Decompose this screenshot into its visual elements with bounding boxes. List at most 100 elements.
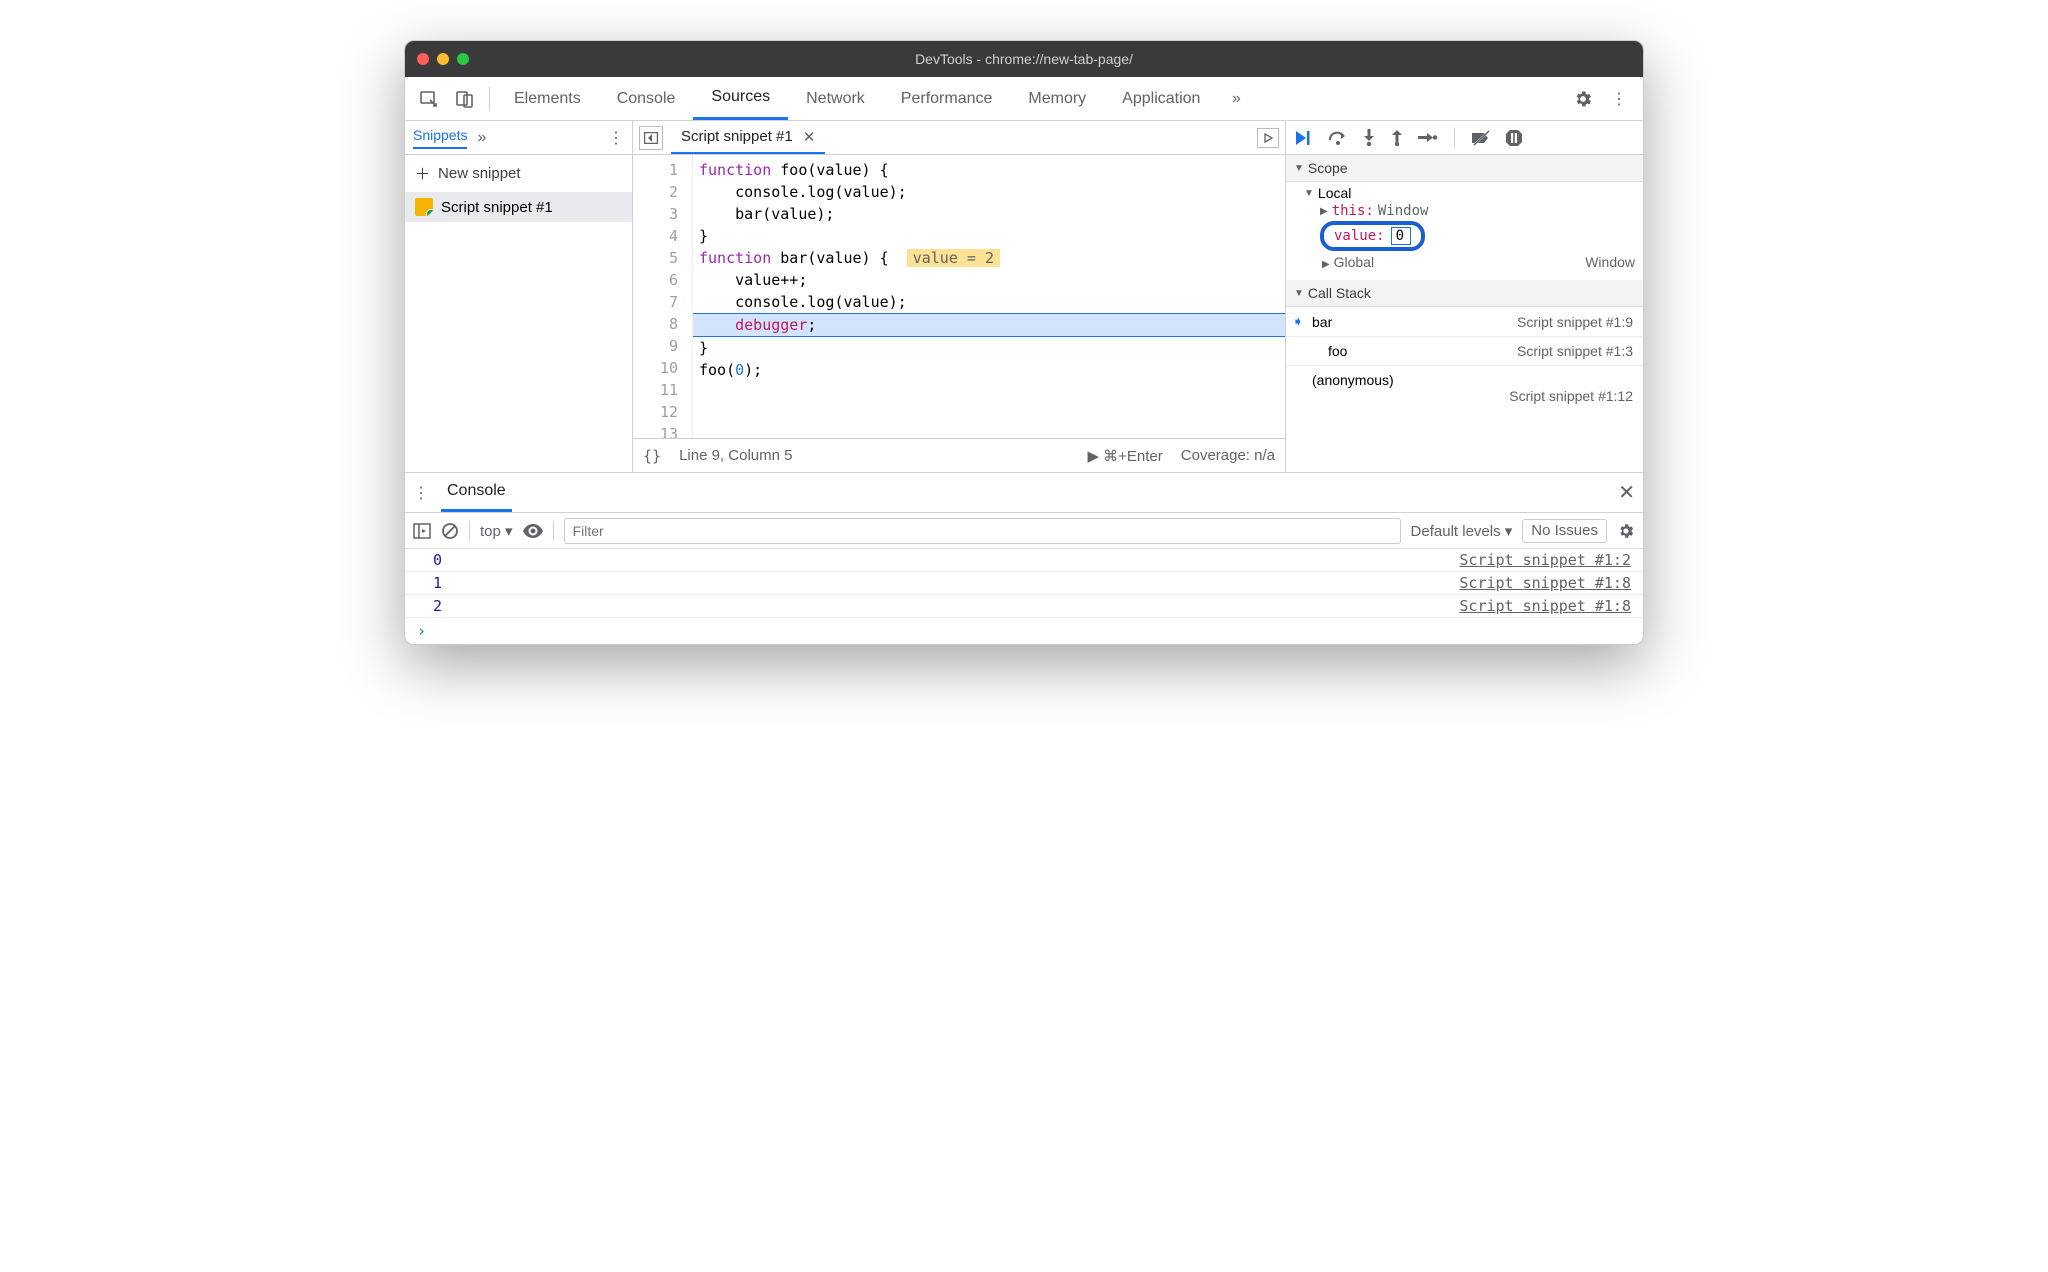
tab-performance[interactable]: Performance bbox=[883, 77, 1011, 120]
pause-on-exceptions-icon[interactable] bbox=[1505, 129, 1523, 147]
cursor-position: Line 9, Column 5 bbox=[679, 447, 792, 464]
tab-application[interactable]: Application bbox=[1104, 77, 1218, 120]
value-edit-input[interactable]: 0 bbox=[1391, 227, 1411, 245]
scope-local-header[interactable]: ▼ Local bbox=[1304, 184, 1643, 202]
minimize-window-icon[interactable] bbox=[437, 53, 449, 65]
device-toolbar-icon[interactable] bbox=[447, 77, 483, 120]
callstack-section-header[interactable]: ▼ Call Stack bbox=[1286, 280, 1643, 307]
settings-gear-icon[interactable] bbox=[1565, 77, 1601, 120]
source-link[interactable]: Script snippet #1:8 bbox=[1459, 597, 1631, 615]
local-label: Local bbox=[1318, 185, 1351, 201]
close-window-icon[interactable] bbox=[417, 53, 429, 65]
toggle-navigator-icon[interactable] bbox=[639, 126, 663, 150]
navigator-tab-snippets[interactable]: Snippets bbox=[413, 127, 467, 149]
scope-this-row[interactable]: ▶ this: Window bbox=[1304, 202, 1643, 220]
step-out-icon[interactable] bbox=[1390, 129, 1404, 147]
callstack-frame[interactable]: (anonymous) Script snippet #1:12 bbox=[1286, 366, 1643, 410]
scope-global-row[interactable]: ▶ Global Window bbox=[1304, 252, 1643, 274]
run-hint[interactable]: ▶ ⌘+Enter bbox=[1087, 447, 1162, 465]
code-editor[interactable]: 12345678910111213 function foo(value) { … bbox=[633, 155, 1285, 438]
prop-value: value: bbox=[1334, 228, 1385, 244]
console-prompt[interactable]: › bbox=[405, 618, 1643, 644]
frame-location: Script snippet #1:3 bbox=[1517, 343, 1633, 359]
scope-label: Scope bbox=[1308, 160, 1348, 176]
window-title: DevTools - chrome://new-tab-page/ bbox=[915, 51, 1133, 67]
live-expression-eye-icon[interactable] bbox=[523, 524, 543, 538]
show-console-sidebar-icon[interactable] bbox=[413, 523, 431, 539]
callstack-label: Call Stack bbox=[1308, 285, 1371, 301]
triangle-right-icon: ▶ bbox=[1320, 206, 1328, 217]
scope-value-row[interactable]: value: 0 bbox=[1304, 220, 1643, 252]
log-levels-selector[interactable]: Default levels ▾ bbox=[1411, 522, 1513, 540]
triangle-down-icon: ▼ bbox=[1294, 288, 1304, 299]
step-icon[interactable] bbox=[1418, 131, 1438, 145]
prop-this: this: bbox=[1332, 203, 1374, 219]
console-filter-input[interactable] bbox=[564, 518, 1401, 544]
zoom-window-icon[interactable] bbox=[457, 53, 469, 65]
drawer-tab-console[interactable]: Console bbox=[441, 473, 512, 512]
clear-console-icon[interactable] bbox=[441, 522, 459, 540]
divider bbox=[489, 87, 490, 111]
triangle-right-icon: ▶ bbox=[1322, 259, 1330, 270]
scope-body: ▼ Local ▶ this: Window value: 0 ▶ Global bbox=[1286, 182, 1643, 280]
editor-panel: Script snippet #1 ✕ 12345678910111213 fu… bbox=[633, 121, 1285, 472]
filter-field[interactable] bbox=[573, 523, 1392, 539]
step-over-icon[interactable] bbox=[1328, 130, 1348, 146]
drawer-kebab-icon[interactable]: ⋮ bbox=[413, 483, 429, 503]
callstack-frame[interactable]: foo Script snippet #1:3 bbox=[1286, 337, 1643, 366]
divider bbox=[553, 521, 554, 541]
step-into-icon[interactable] bbox=[1362, 129, 1376, 147]
console-line[interactable]: 0Script snippet #1:2 bbox=[405, 549, 1643, 572]
tab-console[interactable]: Console bbox=[599, 77, 694, 120]
close-drawer-icon[interactable]: ✕ bbox=[1618, 480, 1635, 505]
code-lines: function foo(value) { console.log(value)… bbox=[693, 155, 1285, 438]
tab-memory[interactable]: Memory bbox=[1010, 77, 1104, 120]
new-snippet-button[interactable]: ＋ New snippet bbox=[405, 155, 632, 192]
tab-elements[interactable]: Elements bbox=[496, 77, 599, 120]
global-label: Global bbox=[1334, 254, 1374, 270]
source-link[interactable]: Script snippet #1:2 bbox=[1459, 551, 1631, 569]
console-settings-gear-icon[interactable] bbox=[1617, 522, 1635, 540]
close-tab-icon[interactable]: ✕ bbox=[803, 128, 816, 146]
frame-name: foo bbox=[1308, 343, 1347, 359]
more-tabs-chevron-icon[interactable]: » bbox=[1218, 77, 1254, 120]
issues-button[interactable]: No Issues bbox=[1522, 519, 1607, 543]
snippet-file-icon bbox=[415, 198, 433, 216]
drawer-tabbar: ⋮ Console ✕ bbox=[405, 473, 1643, 513]
console-toolbar: top ▾ Default levels ▾ No Issues bbox=[405, 513, 1643, 549]
inspect-element-icon[interactable] bbox=[411, 77, 447, 120]
tab-network[interactable]: Network bbox=[788, 77, 883, 120]
divider bbox=[469, 521, 470, 541]
line-gutter: 12345678910111213 bbox=[633, 155, 693, 438]
new-snippet-label: New snippet bbox=[438, 165, 521, 182]
editor-file-tab[interactable]: Script snippet #1 ✕ bbox=[671, 121, 825, 154]
global-value: Window bbox=[1585, 254, 1635, 270]
resume-icon[interactable] bbox=[1294, 130, 1314, 146]
navigator-kebab-icon[interactable]: ⋮ bbox=[608, 128, 624, 148]
pretty-print-icon[interactable]: {} bbox=[643, 447, 661, 465]
titlebar: DevTools - chrome://new-tab-page/ bbox=[405, 41, 1643, 77]
navigator-more-chevron-icon[interactable]: » bbox=[477, 129, 486, 147]
snippet-list-item[interactable]: Script snippet #1 bbox=[405, 192, 632, 222]
devtools-window: DevTools - chrome://new-tab-page/ Elemen… bbox=[404, 40, 1644, 645]
scope-section-header[interactable]: ▼ Scope bbox=[1286, 155, 1643, 182]
editor-file-name: Script snippet #1 bbox=[681, 128, 793, 145]
console-line[interactable]: 2Script snippet #1:8 bbox=[405, 595, 1643, 618]
highlight-callout: value: 0 bbox=[1320, 221, 1425, 251]
callstack-frame[interactable]: ➧bar Script snippet #1:9 bbox=[1286, 307, 1643, 337]
kebab-menu-icon[interactable]: ⋮ bbox=[1601, 77, 1637, 120]
frame-location: Script snippet #1:9 bbox=[1517, 314, 1633, 330]
tab-sources[interactable]: Sources bbox=[693, 77, 788, 120]
source-link[interactable]: Script snippet #1:8 bbox=[1459, 574, 1631, 592]
run-snippet-icon[interactable] bbox=[1257, 128, 1279, 148]
snippet-name: Script snippet #1 bbox=[441, 199, 553, 216]
sources-main: Snippets » ⋮ ＋ New snippet Script snippe… bbox=[405, 121, 1643, 473]
execution-line: debugger; bbox=[693, 313, 1285, 337]
console-line[interactable]: 1Script snippet #1:8 bbox=[405, 572, 1643, 595]
context-selector[interactable]: top ▾ bbox=[480, 522, 513, 540]
triangle-down-icon: ▼ bbox=[1294, 163, 1304, 174]
traffic-lights bbox=[417, 53, 469, 65]
deactivate-breakpoints-icon[interactable] bbox=[1471, 130, 1491, 146]
frame-name: bar bbox=[1308, 314, 1332, 330]
current-frame-arrow-icon: ➧ bbox=[1292, 313, 1308, 330]
